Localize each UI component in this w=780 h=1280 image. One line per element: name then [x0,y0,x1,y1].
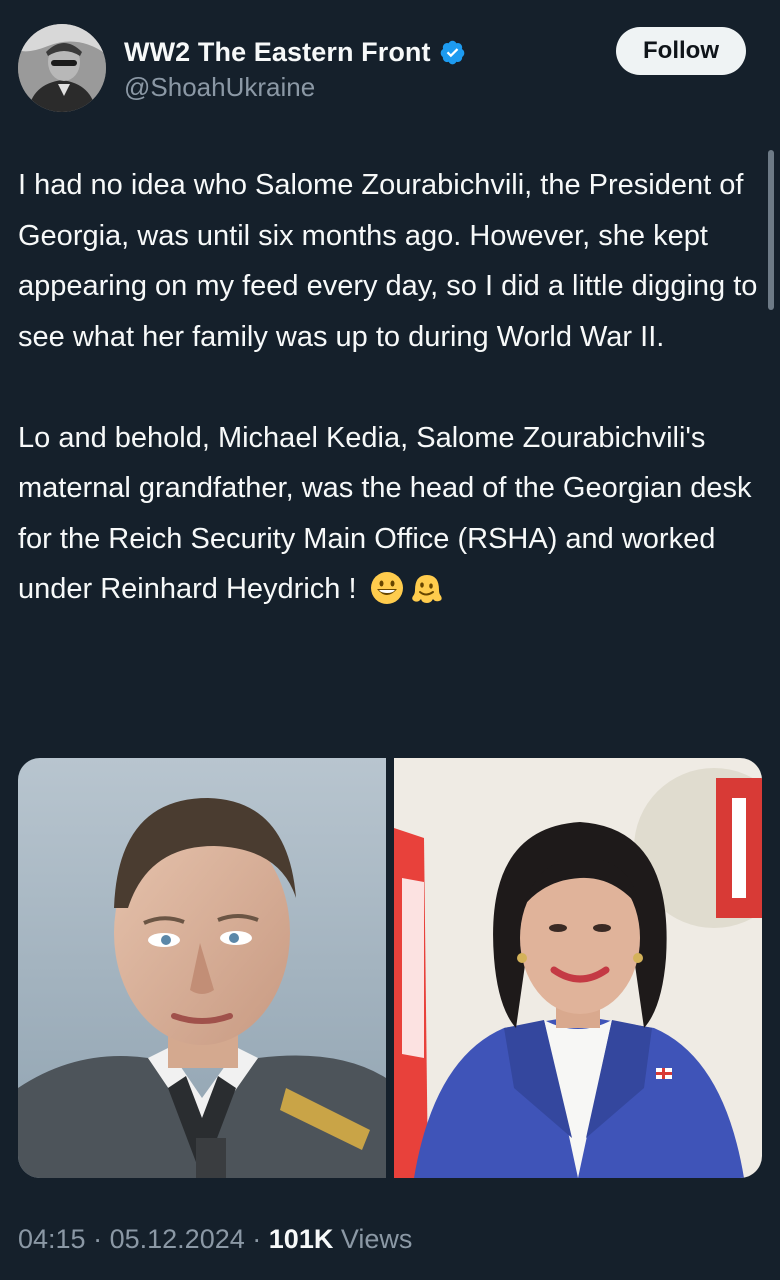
tweet-header: WW2 The Eastern Front @ShoahUkraine Foll… [18,24,762,114]
media-image-left[interactable] [18,758,386,1178]
media-grid [18,758,762,1178]
media-image-right[interactable] [394,758,762,1178]
meta-separator: · [93,1224,103,1254]
tweet-text: I had no idea who Salome Zourabichvili, … [18,160,762,615]
display-name[interactable]: WW2 The Eastern Front [124,37,431,68]
meta-separator-2: · [252,1224,262,1254]
tweet-time[interactable]: 04:15 [18,1224,86,1254]
follow-button[interactable]: Follow [616,27,746,75]
melting-face-emoji [409,570,445,606]
author-names: WW2 The Eastern Front @ShoahUkraine [124,34,466,103]
avatar-image [18,24,106,112]
tweet-date[interactable]: 05.12.2024 [110,1224,245,1254]
portrait-woman-in-blue-jacket [394,758,762,1178]
display-name-row: WW2 The Eastern Front [124,34,466,70]
handle[interactable]: @ShoahUkraine [124,72,466,103]
avatar[interactable] [18,24,106,112]
portrait-man-in-uniform [18,758,386,1178]
tweet-meta: 04:15 · 05.12.2024 · 101K Views [18,1224,412,1255]
grinning-face-emoji [369,570,405,606]
tweet-paragraph-1: I had no idea who Salome Zourabichvili, … [18,169,766,353]
verified-badge-icon [439,39,466,66]
views-count: 101K [268,1224,334,1254]
views-label: Views [340,1224,413,1254]
scrollbar[interactable] [768,150,774,310]
